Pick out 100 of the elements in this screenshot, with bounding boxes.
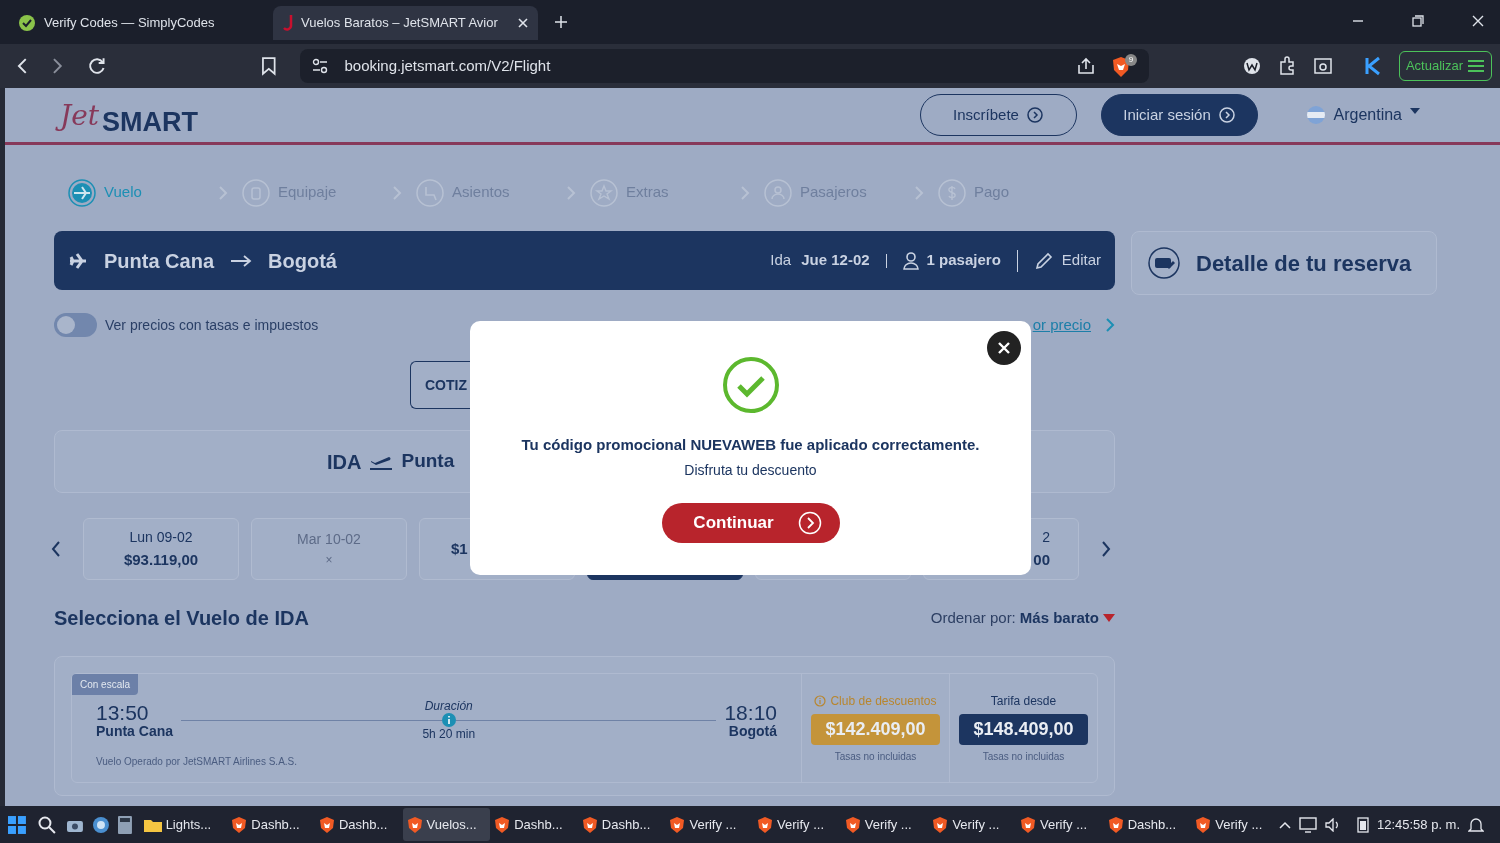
chevron-icon: [914, 185, 924, 200]
pencil-icon: [1033, 250, 1054, 271]
chevron-left-icon[interactable]: [51, 541, 61, 557]
dialog-message: Tu código promocional NUEVAWEB fue aplicado correctamente.: [521, 435, 980, 455]
calculator-icon[interactable]: [117, 815, 132, 834]
address-bar[interactable]: booking.jetsmart.com/V2/Flight 9: [300, 49, 1149, 83]
chevron-up-icon[interactable]: [1278, 820, 1291, 829]
chevron-icon: [218, 185, 228, 200]
taskbar-item[interactable]: Dashb...: [490, 808, 578, 841]
shield-icon: [1020, 815, 1037, 834]
share-icon[interactable]: [1076, 57, 1095, 75]
browser-tab[interactable]: Vuelos Baratos – JetSMART Avior: [273, 6, 538, 40]
date-label: Mar 10-02: [296, 530, 362, 550]
login-button[interactable]: Iniciar sesión: [1100, 94, 1258, 136]
direction-label: IDA: [327, 449, 362, 475]
chevron-icon: [740, 185, 750, 200]
search-icon[interactable]: [37, 815, 56, 834]
taskbar-item[interactable]: Verify ...: [753, 808, 841, 841]
close-icon[interactable]: [518, 18, 528, 28]
taskbar-item[interactable]: Verify ...: [928, 808, 1017, 841]
shield-icon: [844, 815, 861, 834]
tax-note: Tasas no incluidas: [982, 750, 1065, 764]
taskbar-item[interactable]: Dashb...: [314, 808, 403, 841]
taskbar-item[interactable]: Lights...: [139, 808, 228, 841]
taskbar-item[interactable]: Verify ...: [1191, 808, 1279, 841]
date-price: ×: [324, 551, 334, 569]
chevron-icon: [392, 185, 402, 200]
taskbar-item[interactable]: Dashb...: [577, 808, 666, 841]
edit-button[interactable]: Editar: [1033, 249, 1101, 272]
quote-button[interactable]: COTIZ: [410, 361, 470, 409]
date-card[interactable]: Lun 09-02 $93.119,00: [83, 518, 239, 580]
taskbar-item[interactable]: Dashb...: [227, 808, 315, 841]
date-price: $93.119,00: [122, 550, 200, 571]
forward-icon[interactable]: [51, 57, 64, 75]
continue-button[interactable]: Continuar: [661, 502, 840, 543]
taskbar-item[interactable]: Verify ...: [665, 808, 754, 841]
shield-icon: [1107, 815, 1124, 834]
bookmark-icon[interactable]: [260, 56, 277, 76]
toggle-label: Ver precios con tasas e impuestos: [105, 315, 319, 335]
departure-city: Punta Cana: [96, 724, 173, 740]
plane-icon: [68, 178, 96, 207]
country-selector[interactable]: Argentina: [1305, 103, 1420, 127]
booking-detail-panel[interactable]: Detalle de tu reserva: [1131, 231, 1437, 295]
duration-value: 5h 20 min: [422, 727, 476, 742]
start-icon[interactable]: [8, 815, 26, 834]
close-icon[interactable]: [1472, 15, 1484, 27]
globe-icon[interactable]: [91, 815, 110, 834]
speaker-icon[interactable]: [1324, 817, 1341, 832]
new-tab-icon[interactable]: [554, 15, 568, 29]
taskbar-item[interactable]: Verify ...: [840, 808, 929, 841]
arrow-icon: [230, 254, 253, 267]
close-icon: [998, 342, 1010, 354]
taskbar-item[interactable]: Verify ...: [1016, 808, 1104, 841]
taskbar-item[interactable]: Dashb...: [1103, 808, 1192, 841]
chevron-icon: [1105, 318, 1115, 332]
reload-icon[interactable]: [87, 56, 107, 76]
site-settings-icon[interactable]: [312, 58, 329, 74]
flag-icon: [1305, 105, 1326, 125]
trip-label: Ida: [770, 250, 792, 271]
clock[interactable]: 12:45:58 p. m.: [1376, 814, 1461, 835]
taskbar-item[interactable]: Vuelos...: [402, 808, 491, 841]
chevron-icon: [566, 185, 576, 200]
passenger-count: 1 pasajero: [926, 250, 1001, 271]
stop-tag: Con escala: [72, 674, 139, 695]
browser-tab[interactable]: Verify Codes — SimplyCodes: [8, 6, 273, 40]
logo-icon: [283, 15, 293, 31]
chevron-circle-icon: [797, 510, 822, 535]
monitor-icon[interactable]: [1298, 816, 1317, 833]
info-icon[interactable]: [441, 713, 456, 728]
update-button[interactable]: Actualizar: [1398, 51, 1492, 81]
date-price: $1: [451, 539, 469, 559]
sort-dropdown[interactable]: Ordenar por: Más barato: [930, 606, 1115, 630]
origin-city: Punta Cana: [104, 248, 215, 274]
price-label: Club de descuentos: [830, 693, 937, 710]
check-circle-icon: [721, 356, 780, 414]
sidebar-icon[interactable]: [1312, 56, 1333, 76]
close-button[interactable]: [987, 331, 1021, 365]
flight-card[interactable]: Con escala 13:50 Punta Cana Duración 5h 20 min 18:10 Bogotá Vuelo Operado por JetSMART Airlines S.A.S. Club de descuentos $142.409,00 Tasas no incluidas Tarifa desde $148.409,00 Tasas no incluidas: [54, 656, 1115, 796]
price-label: Tarifa desde: [990, 693, 1057, 710]
chevron-right-icon[interactable]: [1101, 541, 1111, 557]
chevron-circle-icon: [1026, 107, 1043, 123]
shield-icon: [494, 815, 511, 834]
shield-icon: [406, 815, 423, 834]
person-icon: [764, 178, 792, 207]
origin-city: Punta: [401, 449, 455, 474]
arrival-time: 18:10: [724, 701, 777, 725]
tax-note: Tasas no incluidas: [834, 750, 917, 764]
restore-icon[interactable]: [1412, 15, 1424, 27]
destination-city: Bogotá: [268, 248, 337, 274]
toggle-switch[interactable]: [54, 313, 97, 337]
dollar-icon: [938, 178, 966, 207]
back-icon[interactable]: [16, 57, 28, 75]
check-icon: [18, 14, 36, 32]
date-label: 2: [1041, 527, 1050, 547]
plane-icon: [68, 251, 88, 270]
price-button[interactable]: $148.409,00: [959, 714, 1088, 745]
shield-icon: [231, 815, 248, 834]
folder-icon: [143, 817, 162, 832]
trip-date: Jue 12-02: [801, 250, 870, 271]
battery-icon[interactable]: [1356, 816, 1369, 833]
